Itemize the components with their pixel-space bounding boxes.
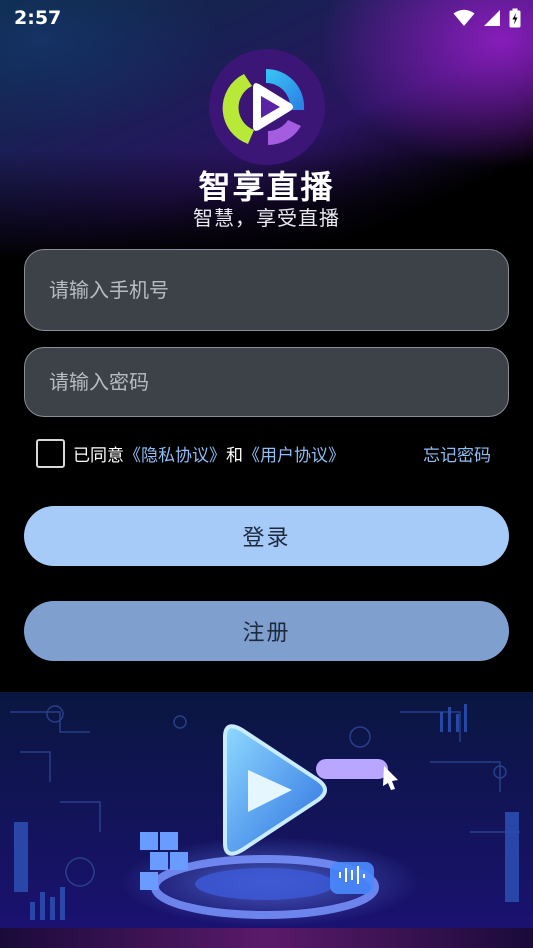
password-input[interactable] <box>25 348 508 416</box>
battery-icon <box>509 8 521 28</box>
user-agreement-link[interactable]: 《用户协议》 <box>243 446 345 466</box>
app-subtitle: 智慧，享受直播 <box>193 206 340 230</box>
status-icons <box>453 8 521 28</box>
password-field[interactable] <box>24 347 509 417</box>
register-button[interactable]: 注册 <box>24 601 509 661</box>
bottom-strip <box>0 928 533 948</box>
phone-field[interactable] <box>24 249 509 331</box>
status-time: 2:57 <box>14 7 62 29</box>
login-button[interactable]: 登录 <box>24 506 509 566</box>
forgot-password-link[interactable]: 忘记密码 <box>423 441 491 466</box>
play-logo-icon <box>209 49 325 165</box>
wifi-icon <box>453 9 475 26</box>
login-screen: 2:57 智享直播 智慧，享受直播 请输入手机号 已同意《隐私协议》和《用户协议… <box>0 0 533 948</box>
banner-illustration <box>0 692 533 928</box>
agreement-row: 已同意《隐私协议》和《用户协议》 <box>36 438 345 468</box>
signal-icon <box>484 10 500 26</box>
status-bar: 2:57 <box>0 0 533 36</box>
phone-input[interactable] <box>25 250 508 330</box>
agree-prefix: 已同意 <box>73 445 124 466</box>
agreement-text: 已同意《隐私协议》和《用户协议》 <box>73 441 345 466</box>
agree-checkbox[interactable] <box>36 438 65 468</box>
agree-and: 和 <box>226 445 243 466</box>
privacy-policy-link[interactable]: 《隐私协议》 <box>124 446 226 466</box>
